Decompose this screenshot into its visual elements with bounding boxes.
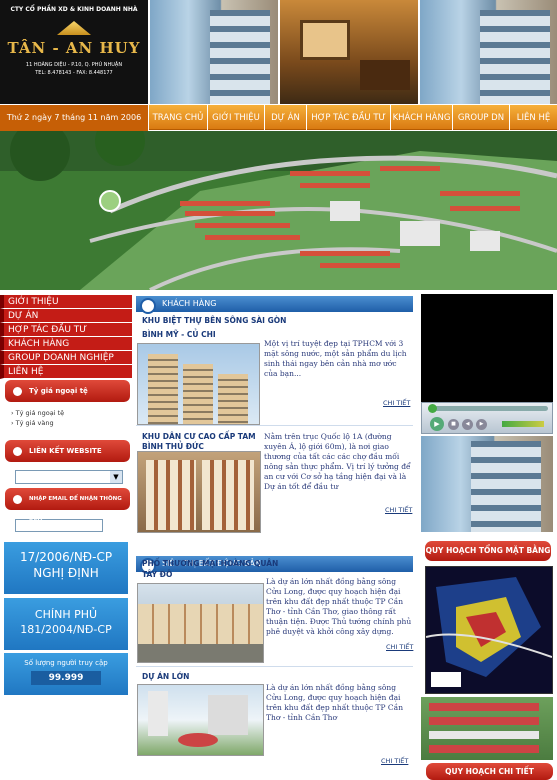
current-date: Thứ 2 ngày 7 tháng 11 năm 2006 [0,105,148,131]
link-website-box: LIÊN KẾT WEBSITE ▼ [5,440,130,484]
decree-1-label: NGHỊ ĐỊNH [33,566,99,580]
rate-link-gold[interactable]: › Tỷ giá vàng [11,418,130,428]
left-menu-group[interactable]: GROUP DOANH NGHIỆP [0,351,132,365]
item4-detail-link[interactable]: CHI TIẾT [381,757,408,765]
building-photo [421,436,553,532]
chevron-down-icon: ▼ [110,471,122,483]
left-menu-about[interactable]: GIỚI THIỆU [0,295,132,309]
left-menu-contact[interactable]: LIÊN HỆ [0,365,132,379]
visitor-count: 99.999 [31,671,101,685]
nav-group[interactable]: GROUP DN [452,105,509,131]
company-line: CTY CỔ PHẦN XD & KINH DOANH NHÀ [10,6,138,13]
left-menu-investment[interactable]: HỢP TÁC ĐẦU TƯ [0,323,132,337]
header-photo-building [148,0,278,104]
brand-name: TÂN - AN HUY [7,39,141,57]
website-select[interactable]: ▼ [15,470,123,484]
left-menu-projects[interactable]: DỰ ÁN [0,309,132,323]
play-icon[interactable]: ▶ [430,417,444,431]
nav-home[interactable]: TRANG CHỦ [148,105,207,131]
decree-banner-2[interactable]: CHÍNH PHỦ 181/2004/NĐ-CP [4,598,128,650]
item1-text: Một vị trí tuyệt đẹp tại TPHCM với 3 mặt… [264,339,407,378]
item4-thumbnail[interactable] [137,684,264,756]
decree-2-line1: CHÍNH PHỦ [34,608,98,621]
item2-title[interactable]: KHU DÂN CƯ CAO CẤP TAM BÌNH THỦ ĐỨC [142,432,267,452]
header-photo-building-2 [418,0,557,104]
decree-banner-1[interactable]: 17/2006/NĐ-CP NGHỊ ĐỊNH [4,542,128,594]
item1-detail-link[interactable]: CHI TIẾT [383,399,410,407]
detail-plan-title[interactable]: QUY HOẠCH CHI TIẾT [426,763,553,780]
plan-title[interactable]: QUY HOẠCH TỔNG MẶT BẰNG [425,541,551,561]
company-phone: TEL: 8.478143 - FAX: 8.448177 [35,70,113,76]
item2-detail-link[interactable]: CHI TIẾT [385,506,412,514]
exchange-rate-box: Tỷ giá ngoại tệ › Tỷ giá ngoại tệ › Tỷ g… [5,380,130,428]
nav-contact[interactable]: LIÊN HỆ [509,105,557,131]
item1-thumbnail[interactable] [137,343,260,425]
main-nav: Thứ 2 ngày 7 tháng 11 năm 2006 TRANG CHỦ… [0,104,557,131]
email-subscribe-box: NHẬP EMAIL ĐỂ NHẬN THÔNG BÁO [5,488,130,532]
item3-text: Là dự án lớn nhất đồng bằng sông Cửu Lon… [266,577,412,636]
exchange-rate-title: Tỷ giá ngoại tệ [5,380,130,402]
divider [136,666,413,667]
stop-icon[interactable]: ■ [448,419,459,430]
rate-link-currency-label: Tỷ giá ngoại tệ [15,409,65,417]
link-website-title: LIÊN KẾT WEBSITE [5,440,130,462]
company-logo[interactable]: CTY CỔ PHẦN XD & KINH DOANH NHÀ TÂN - AN… [0,0,148,104]
section-customers-header: KHÁCH HÀNG [136,296,413,314]
decree-1-number: 17/2006/NĐ-CP [19,550,113,564]
item3-title[interactable]: PHỐ THƯƠNG MẠI HOÀNG QUÂN TÂY ĐÔ [142,558,282,580]
item4-title[interactable]: DỰ ÁN LỚN [142,672,262,681]
visitor-counter: Số lượng người truy cập 99.999 [4,653,128,695]
item3-thumbnail[interactable] [137,583,264,663]
left-menu: GIỚI THIỆU DỰ ÁN HỢP TÁC ĐẦU TƯ KHÁCH HÀ… [0,295,132,379]
rate-link-currency[interactable]: › Tỷ giá ngoại tệ [11,408,130,418]
nav-investment[interactable]: HỢP TÁC ĐẦU TƯ [306,105,390,131]
video-player-controls: ▶ ■ ◀ ▶ [421,402,553,434]
email-subscribe-title: NHẬP EMAIL ĐỂ NHẬN THÔNG BÁO [5,488,130,524]
logo-roof-icon [57,21,91,35]
rate-link-gold-label: Tỷ giá vàng [15,419,54,427]
aerial-photo [421,697,553,760]
divider [136,425,413,426]
item3-detail-link[interactable]: CHI TIẾT [386,643,413,651]
seek-bar[interactable] [428,406,548,411]
company-address: 11 HOÀNG DIỆU - P.10, Q. PHÚ NHUẬN [25,62,123,68]
item1-title[interactable]: KHU BIỆT THỰ BÊN SÔNG SÀI GÒN BÌNH MỸ - … [142,314,292,342]
header-photo-interior [278,0,418,104]
nav-about[interactable]: GIỚI THIỆU [207,105,264,131]
masterplan-map[interactable] [425,566,553,694]
masterplan-drawing [425,567,553,693]
item4-text: Là dự án lớn nhất đồng bằng sông Cửu Lon… [266,683,404,722]
seek-handle[interactable] [428,404,437,413]
next-icon[interactable]: ▶ [476,419,487,430]
item2-thumbnail[interactable] [137,451,261,533]
decree-2-line2: 181/2004/NĐ-CP [20,623,112,636]
masterplan-banner [0,131,557,290]
nav-customers[interactable]: KHÁCH HÀNG [390,105,452,131]
visitor-label: Số lượng người truy cập [24,659,108,667]
item2-text: Nằm trên trục Quốc lộ 1A (đường xuyên Á,… [264,432,411,491]
volume-slider[interactable] [502,421,544,427]
nav-projects[interactable]: DỰ ÁN [264,105,306,131]
prev-icon[interactable]: ◀ [462,419,473,430]
left-menu-customers[interactable]: KHÁCH HÀNG [0,337,132,351]
masterplan-illustration [0,131,557,290]
video-screen[interactable] [421,294,553,402]
